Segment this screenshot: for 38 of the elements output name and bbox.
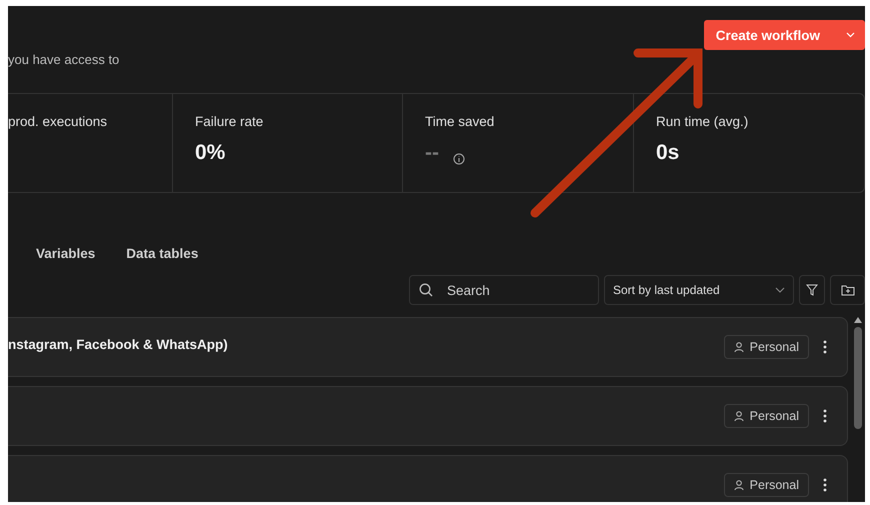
user-icon [734, 410, 744, 422]
stat-label: Failure rate [195, 114, 264, 129]
workflow-card[interactable]: Personal [8, 386, 848, 446]
filter-icon [806, 284, 818, 296]
search-icon [419, 283, 433, 297]
tab[interactable]: Variables [36, 244, 96, 262]
workflow-card[interactable]: nstagram, Facebook & WhatsApp) Personal [8, 317, 848, 377]
stat-label: Run time (avg.) [656, 114, 750, 129]
scroll-up-icon [854, 317, 862, 323]
new-folder-button[interactable] [830, 275, 865, 305]
owner-badge: Personal [724, 404, 809, 428]
search-field[interactable]: Search [409, 275, 599, 305]
create-workflow-button[interactable]: Create workflow [704, 20, 865, 50]
tab[interactable]: Data tables [126, 244, 198, 262]
owner-badge: Personal [724, 335, 809, 359]
user-icon [734, 342, 744, 352]
owner-badge: Personal [724, 473, 809, 497]
filter-button[interactable] [799, 275, 825, 305]
stat-value: -- [425, 141, 439, 165]
stat-label: prod. executions [8, 114, 108, 129]
workflow-card[interactable]: Personal [8, 455, 848, 502]
more-options-button[interactable] [821, 407, 829, 425]
info-icon[interactable] [453, 153, 465, 165]
workflow-name: nstagram, Facebook & WhatsApp) [8, 336, 228, 352]
sort-dropdown[interactable]: Sort by last updated [604, 275, 794, 305]
more-options-button[interactable] [821, 476, 829, 494]
user-icon [734, 480, 744, 490]
page-subtitle: you have access to [8, 52, 120, 67]
stat-value: 0s [656, 141, 680, 165]
kebab-menu-icon [823, 340, 827, 354]
stat-value: 0% [195, 141, 226, 165]
kebab-menu-icon [823, 409, 827, 423]
chevron-down-icon [775, 287, 785, 293]
stat-label: Time saved [425, 114, 496, 129]
folder-icon [840, 284, 854, 296]
chevron-down-icon [846, 32, 855, 38]
more-options-button[interactable] [821, 338, 829, 356]
kebab-menu-icon [823, 478, 827, 492]
